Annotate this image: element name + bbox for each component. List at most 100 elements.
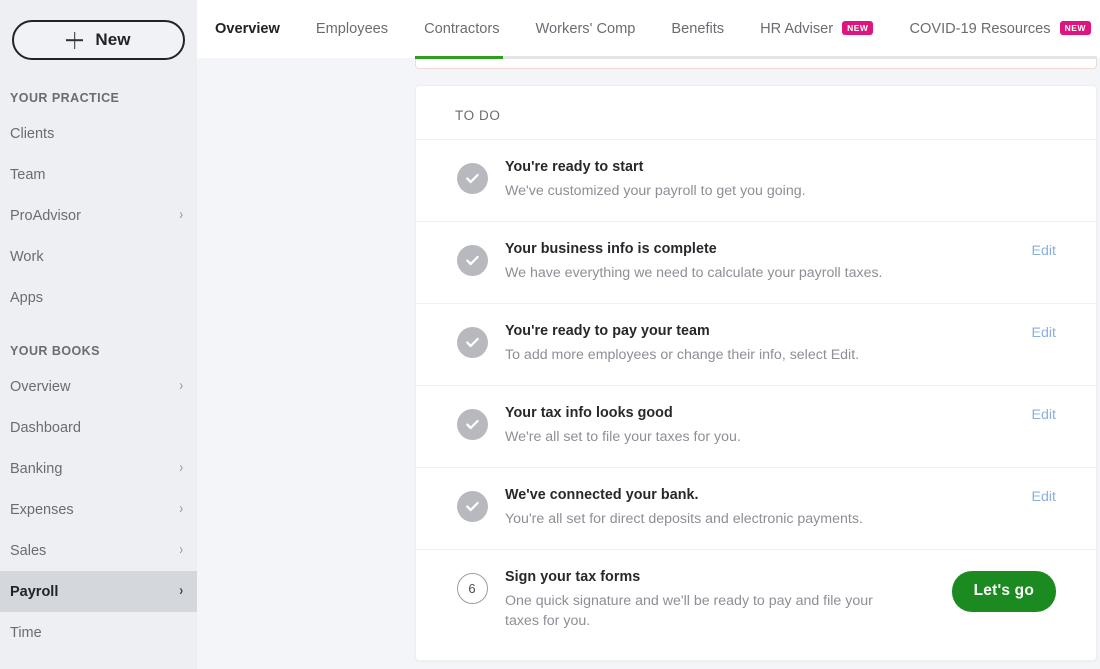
chevron-right-icon: › bbox=[179, 582, 183, 599]
sidebar-item-label: Clients bbox=[10, 125, 55, 142]
tab-employees[interactable]: Employees bbox=[316, 0, 388, 58]
sidebar-item-sales[interactable]: Sales › bbox=[0, 530, 197, 571]
sidebar-item-dashboard[interactable]: Dashboard bbox=[0, 407, 197, 448]
tab-label: COVID-19 Resources bbox=[909, 21, 1051, 37]
todo-item-title: You're ready to pay your team bbox=[505, 323, 710, 339]
tab-label: Employees bbox=[315, 21, 389, 37]
sidebar-item-banking[interactable]: Banking › bbox=[0, 448, 197, 489]
chevron-right-icon: › bbox=[179, 459, 183, 476]
todo-item-action: Edit bbox=[936, 321, 1056, 341]
todo-item-title: You're ready to start bbox=[505, 159, 644, 175]
content-area: TO DO You're ready to start We've custom… bbox=[197, 70, 1100, 669]
new-button-label: New bbox=[95, 30, 131, 49]
sidebar-item-label: Overview bbox=[10, 378, 71, 395]
tab-hr-adviser[interactable]: HR Adviser NEW bbox=[760, 0, 874, 58]
todo-item-body: You're ready to start We've customized y… bbox=[505, 157, 936, 201]
todo-item-status: 6 bbox=[455, 567, 489, 604]
tab-contractors[interactable]: Contractors bbox=[424, 0, 499, 58]
sidebar: New YOUR PRACTICE Clients Team ProAdviso… bbox=[0, 0, 197, 669]
todo-item-body: You're ready to pay your team To add mor… bbox=[505, 321, 936, 365]
todo-item-status bbox=[455, 321, 489, 358]
todo-item-description: To add more employees or change their in… bbox=[505, 347, 860, 363]
sidebar-item-label: Work bbox=[10, 248, 44, 265]
edit-link[interactable]: Edit bbox=[1032, 243, 1056, 259]
todo-item: We've connected your bank. You're all se… bbox=[416, 467, 1096, 549]
tab-bar: Overview Employees Contractors Workers' … bbox=[197, 0, 1100, 58]
todo-item-title: Your business info is complete bbox=[505, 241, 717, 257]
sidebar-item-expenses[interactable]: Expenses › bbox=[0, 489, 197, 530]
todo-item-description: You're all set for direct deposits and e… bbox=[505, 511, 863, 527]
edit-link[interactable]: Edit bbox=[1032, 407, 1056, 423]
sidebar-item-label: Sales bbox=[10, 542, 47, 559]
tab-workers-comp[interactable]: Workers' Comp bbox=[536, 0, 636, 58]
sidebar-item-label: ProAdvisor bbox=[10, 207, 81, 224]
todo-item: You're ready to pay your team To add mor… bbox=[416, 303, 1096, 385]
tab-label: HR Adviser bbox=[760, 21, 834, 37]
todo-heading: TO DO bbox=[455, 108, 501, 123]
check-circle-icon bbox=[456, 491, 488, 522]
sidebar-item-label: Expenses bbox=[10, 501, 74, 518]
todo-item-description: We're all set to file your taxes for you… bbox=[505, 429, 741, 445]
nav-group-your-practice: YOUR PRACTICE Clients Team ProAdvisor › … bbox=[0, 83, 197, 318]
lets-go-button[interactable]: Let's go bbox=[951, 571, 1056, 612]
todo-item-action: Let's go bbox=[936, 567, 1056, 612]
sidebar-item-apps[interactable]: Apps bbox=[0, 277, 197, 318]
sidebar-item-overview[interactable]: Overview › bbox=[0, 366, 197, 407]
new-button[interactable]: New bbox=[12, 20, 185, 60]
tab-label: Overview bbox=[215, 21, 280, 37]
todo-item-title: Sign your tax forms bbox=[505, 569, 641, 585]
todo-item-body: Sign your tax forms One quick signature … bbox=[505, 567, 936, 631]
todo-item-title: We've connected your bank. bbox=[505, 487, 699, 503]
tab-benefits[interactable]: Benefits bbox=[671, 0, 724, 58]
sidebar-item-time[interactable]: Time bbox=[0, 612, 197, 653]
todo-item: Your tax info looks good We're all set t… bbox=[416, 385, 1096, 467]
check-circle-icon bbox=[456, 409, 488, 440]
sidebar-item-label: Time bbox=[10, 624, 42, 641]
todo-item-action: Edit bbox=[936, 403, 1056, 423]
todo-item-status bbox=[455, 157, 489, 194]
sidebar-item-clients[interactable]: Clients bbox=[0, 113, 197, 154]
new-badge: NEW bbox=[1059, 21, 1091, 35]
todo-item-status bbox=[455, 403, 489, 440]
check-circle-icon bbox=[456, 245, 488, 276]
partially-visible-card-above bbox=[415, 59, 1097, 69]
nav-section-title-your-books: YOUR BOOKS bbox=[10, 344, 100, 358]
todo-item-action: Edit bbox=[936, 239, 1056, 259]
sidebar-item-work[interactable]: Work bbox=[0, 236, 197, 277]
new-badge: NEW bbox=[842, 21, 874, 35]
check-circle-icon bbox=[456, 163, 488, 194]
edit-link[interactable]: Edit bbox=[1032, 325, 1056, 341]
plus-icon bbox=[66, 32, 83, 49]
edit-link[interactable]: Edit bbox=[1032, 489, 1056, 505]
sidebar-item-label: Dashboard bbox=[10, 419, 81, 436]
main-content: Overview Employees Contractors Workers' … bbox=[197, 0, 1100, 669]
sidebar-item-payroll[interactable]: Payroll › bbox=[0, 571, 197, 612]
app-root: New YOUR PRACTICE Clients Team ProAdviso… bbox=[0, 0, 1100, 669]
todo-item-action: Edit bbox=[936, 485, 1056, 505]
todo-card: TO DO You're ready to start We've custom… bbox=[415, 85, 1097, 662]
sidebar-item-label: Apps bbox=[10, 289, 44, 306]
nav-section-title-your-practice: YOUR PRACTICE bbox=[10, 91, 120, 105]
todo-item-description: We have everything we need to calculate … bbox=[505, 265, 883, 281]
todo-item-status bbox=[455, 239, 489, 276]
chevron-right-icon: › bbox=[179, 541, 183, 558]
todo-item: You're ready to start We've customized y… bbox=[416, 139, 1096, 221]
tab-overview[interactable]: Overview bbox=[215, 0, 280, 58]
todo-item: Your business info is complete We have e… bbox=[416, 221, 1096, 303]
todo-item-description: One quick signature and we'll be ready t… bbox=[505, 593, 873, 630]
chevron-right-icon: › bbox=[179, 377, 183, 394]
sidebar-item-team[interactable]: Team bbox=[0, 154, 197, 195]
check-circle-icon bbox=[456, 327, 488, 358]
todo-item-body: Your tax info looks good We're all set t… bbox=[505, 403, 936, 447]
sidebar-item-proadvisor[interactable]: ProAdvisor › bbox=[0, 195, 197, 236]
sidebar-item-label: Payroll bbox=[10, 583, 59, 600]
tab-label: Benefits bbox=[671, 21, 725, 37]
todo-item: 6 Sign your tax forms One quick signatur… bbox=[416, 549, 1096, 648]
tab-label: Contractors bbox=[424, 21, 500, 37]
todo-item-description: We've customized your payroll to get you… bbox=[505, 183, 806, 199]
todo-item-status bbox=[455, 485, 489, 522]
tab-covid-19-resources[interactable]: COVID-19 Resources NEW bbox=[909, 0, 1091, 58]
todo-item-body: Your business info is complete We have e… bbox=[505, 239, 936, 283]
todo-item-action bbox=[936, 157, 1056, 161]
chevron-right-icon: › bbox=[179, 500, 183, 517]
